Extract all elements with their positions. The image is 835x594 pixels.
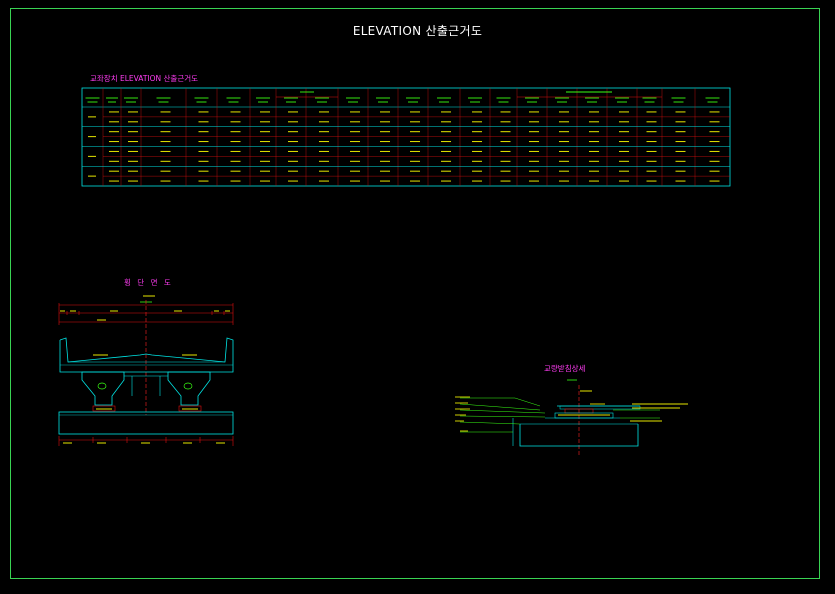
cad-drawing: [58, 87, 731, 457]
cross-section-drawing: [58, 295, 234, 446]
elevation-table: [81, 87, 731, 187]
bearing-detail-drawing: [455, 379, 688, 457]
